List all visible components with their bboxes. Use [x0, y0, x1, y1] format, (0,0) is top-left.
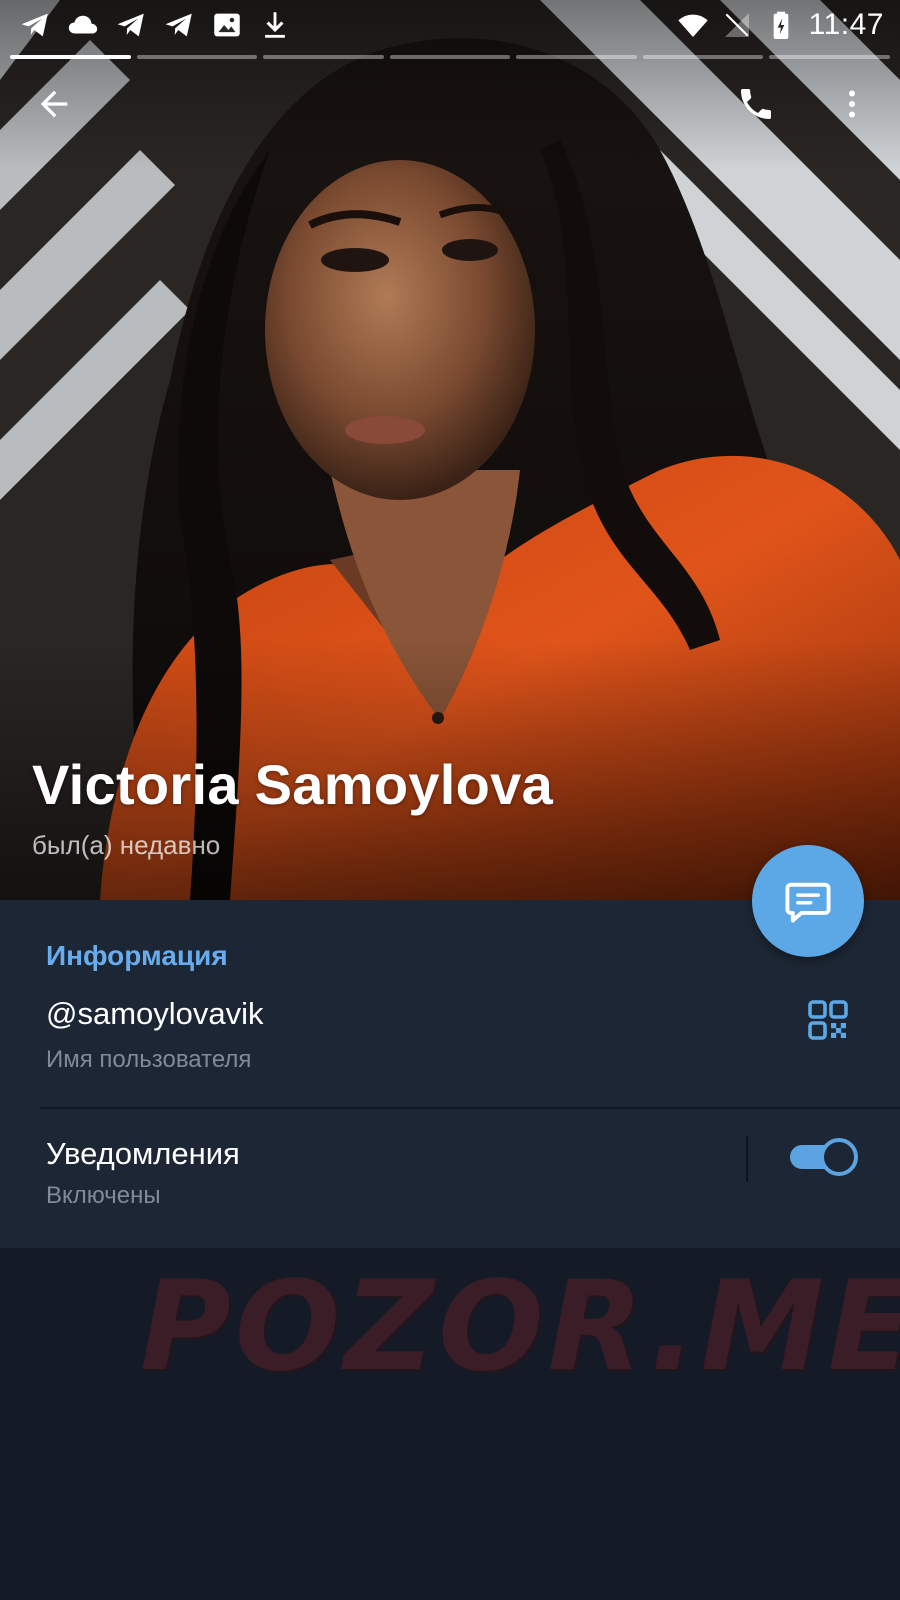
back-button[interactable]: [24, 74, 84, 134]
notification-icons: [18, 8, 292, 42]
battery-charging-icon: [773, 11, 788, 39]
username-value: @samoylovavik: [46, 996, 264, 1031]
phone-icon: [741, 89, 771, 119]
vertical-divider: [746, 1136, 748, 1182]
telegram-icon: [117, 13, 144, 37]
qr-code-icon: [808, 1000, 848, 1040]
send-message-button[interactable]: [752, 845, 864, 957]
username-row[interactable]: @samoylovavik Имя пользователя: [0, 996, 900, 1106]
story-progress: [10, 55, 891, 59]
status-time: 11:47: [808, 8, 884, 41]
toggle-knob: [820, 1138, 858, 1176]
profile-name: Victoria Samoylova: [32, 753, 554, 816]
telegram-icon: [21, 13, 48, 37]
telegram-icon: [165, 13, 192, 37]
notifications-value: Включены: [46, 1182, 161, 1209]
system-icons: 11:47: [677, 6, 884, 44]
story-segment: [136, 55, 258, 59]
story-segment: [769, 55, 891, 59]
divider: [40, 1107, 900, 1109]
info-panel: Информация @samoylovavik Имя пользовател…: [0, 900, 900, 1248]
story-segment: [642, 55, 764, 59]
story-segment: [516, 55, 637, 59]
call-button[interactable]: [726, 74, 786, 134]
notifications-toggle[interactable]: [790, 1138, 858, 1176]
more-options-button[interactable]: [822, 74, 882, 134]
signal-icon: [724, 13, 749, 37]
wifi-icon: [677, 14, 708, 37]
section-title-info: Информация: [46, 940, 228, 971]
notifications-row[interactable]: Уведомления Включены: [0, 1136, 900, 1236]
more-vert-icon: [849, 90, 855, 118]
cloud-icon: [68, 15, 98, 34]
username-label: Имя пользователя: [46, 1046, 252, 1073]
story-segment: [10, 55, 131, 59]
message-icon: [785, 882, 831, 923]
story-segment: [389, 55, 511, 59]
qr-code-button[interactable]: [804, 996, 852, 1044]
watermark: POZOR.ME: [140, 1255, 900, 1399]
screen: 11:47 Victoria Samoylova был(а) недавно …: [0, 0, 900, 1600]
back-arrow-icon: [40, 90, 68, 118]
watermark-text: POZOR.ME: [140, 1255, 900, 1399]
notifications-title: Уведомления: [46, 1136, 240, 1171]
profile-last-seen: был(а) недавно: [32, 830, 221, 860]
status-bar: 11:47: [0, 0, 900, 50]
download-icon: [265, 12, 285, 38]
story-segment: [263, 55, 384, 59]
image-icon: [214, 13, 240, 37]
